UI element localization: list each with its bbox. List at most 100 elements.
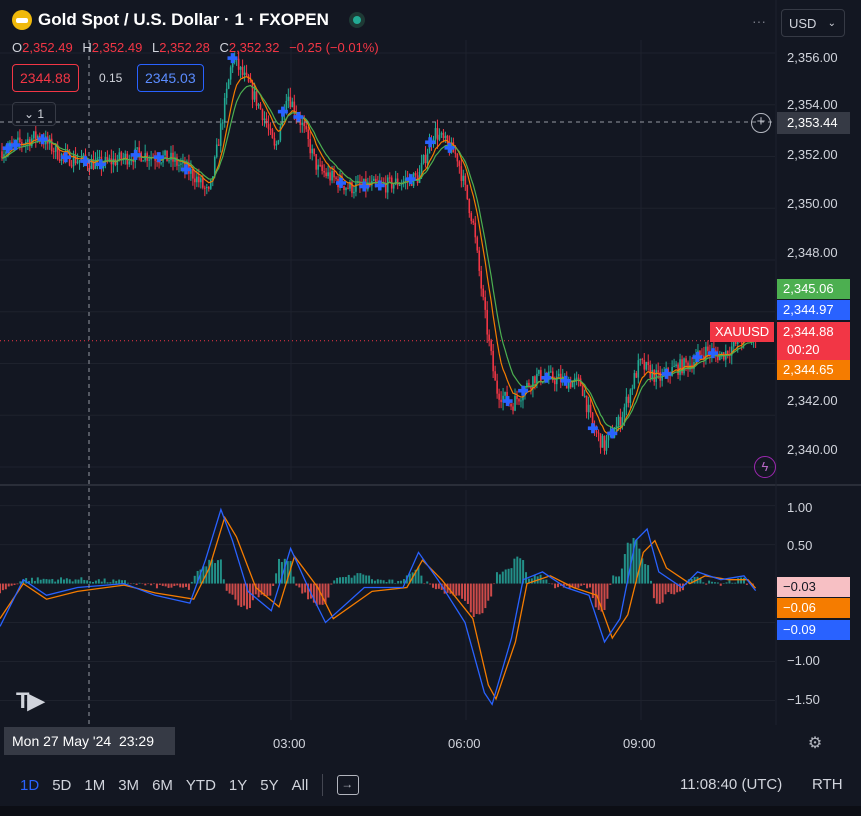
candle-body [649,365,652,379]
add-alert-plus-icon[interactable]: + [751,113,771,133]
candle-body [466,184,469,199]
range-6m-button[interactable]: 6M [152,777,173,794]
range-ytd-button[interactable]: YTD [186,777,216,794]
candle-body [148,159,150,161]
price-axis-tick: 2,356.00 [787,50,838,65]
range-all-button[interactable]: All [292,777,309,794]
low-value: 2,352.28 [159,40,210,55]
goto-date-calendar-icon[interactable] [337,775,360,795]
candle-body [166,150,168,162]
candle-body [436,128,439,140]
histogram-bar [211,559,214,584]
ma-green-price-label: 2,345.06 [777,279,850,299]
candle-body [486,309,488,335]
currency-select[interactable]: USD ⌄ [781,9,845,37]
histogram-bar [57,579,60,584]
range-5y-button[interactable]: 5Y [260,777,278,794]
candle-body [488,334,490,341]
candle-body [291,101,294,108]
candle-body [343,185,345,191]
range-1d-button[interactable]: 1D [20,777,39,794]
candle-body [392,184,395,189]
histogram-bar [658,583,661,604]
histogram-bar [359,573,362,584]
candle-body [635,373,638,378]
utc-clock[interactable]: 11:08:40 (UTC) [680,776,782,793]
candle-body [98,156,101,158]
histogram-bar [603,583,606,611]
candle-body [331,170,333,181]
histogram-bar [609,583,612,585]
histogram-bar [620,568,623,584]
gold-logo-icon [12,10,32,30]
histogram-bar [740,577,743,584]
histogram-bar [606,583,609,599]
range-1y-button[interactable]: 1Y [229,777,247,794]
histogram-bar [513,558,516,584]
candle-body [500,399,502,403]
candle-body [106,156,109,161]
symbol-header[interactable]: Gold Spot / U.S. Dollar · 1 · FXOPEN [12,10,365,30]
histogram-bar [132,583,135,584]
histogram-bar [295,583,298,586]
candle-body [474,222,477,238]
sell-price-button[interactable]: 2344.88 [12,64,79,92]
candle-body [490,340,492,351]
trade-marker [544,372,549,383]
candle-body [484,297,486,310]
range-5d-button[interactable]: 5D [52,777,71,794]
range-1m-button[interactable]: 1M [84,777,105,794]
tradingview-logo[interactable]: T▶ [16,688,44,714]
histogram-bar [577,583,580,588]
settings-icon[interactable]: ⚙ [806,735,824,753]
candle-body [683,358,685,374]
histogram-bar [97,579,100,584]
candle-body [225,88,228,98]
candle-body [512,406,514,411]
histogram-bar [429,583,432,585]
histogram-bar [216,560,219,584]
histogram-bar [667,583,670,593]
candle-body [243,72,246,75]
histogram-bar [222,579,225,584]
histogram-bar [173,583,176,587]
collapse-indicators-button[interactable]: ⌄ 1 [12,102,56,126]
more-options-button[interactable]: ··· [746,12,772,34]
candle-body [651,370,654,379]
range-3m-button[interactable]: 3M [118,777,139,794]
histogram-bar [655,583,658,604]
histogram-bar [591,583,594,599]
histogram-bar [219,559,222,584]
price-axis-tick: 2,348.00 [787,245,838,260]
candle-body [520,400,522,402]
candle-body [307,129,310,140]
histogram-bar [618,576,621,584]
histogram-bar [144,583,147,586]
candle-body [287,96,290,101]
histogram-bar [545,579,548,584]
lightning-icon[interactable]: ϟ [754,456,776,478]
candle-body [583,395,586,397]
histogram-bar [272,583,275,586]
histogram-bar [719,583,722,586]
histogram-bar [135,583,138,585]
candle-body [271,129,274,139]
ma-orange-line [1,76,756,435]
session-button[interactable]: RTH [812,776,843,793]
histogram-bar [400,580,403,584]
candle-body [327,172,329,177]
candle-body [740,342,743,344]
symbol-title[interactable]: Gold Spot / U.S. Dollar · 1 · FXOPEN [38,10,329,30]
histogram-bar [62,579,65,584]
histogram-bar [118,579,121,584]
histogram-bar [164,583,167,587]
histogram-bar [182,583,185,588]
candle-body [33,131,35,139]
buy-price-button[interactable]: 2345.03 [137,64,204,92]
candle-body [464,175,467,185]
chart-canvas[interactable] [0,0,861,816]
candle-body [158,162,160,164]
histogram-bar [673,583,676,595]
histogram-bar [519,558,522,584]
candle-body [645,362,648,370]
